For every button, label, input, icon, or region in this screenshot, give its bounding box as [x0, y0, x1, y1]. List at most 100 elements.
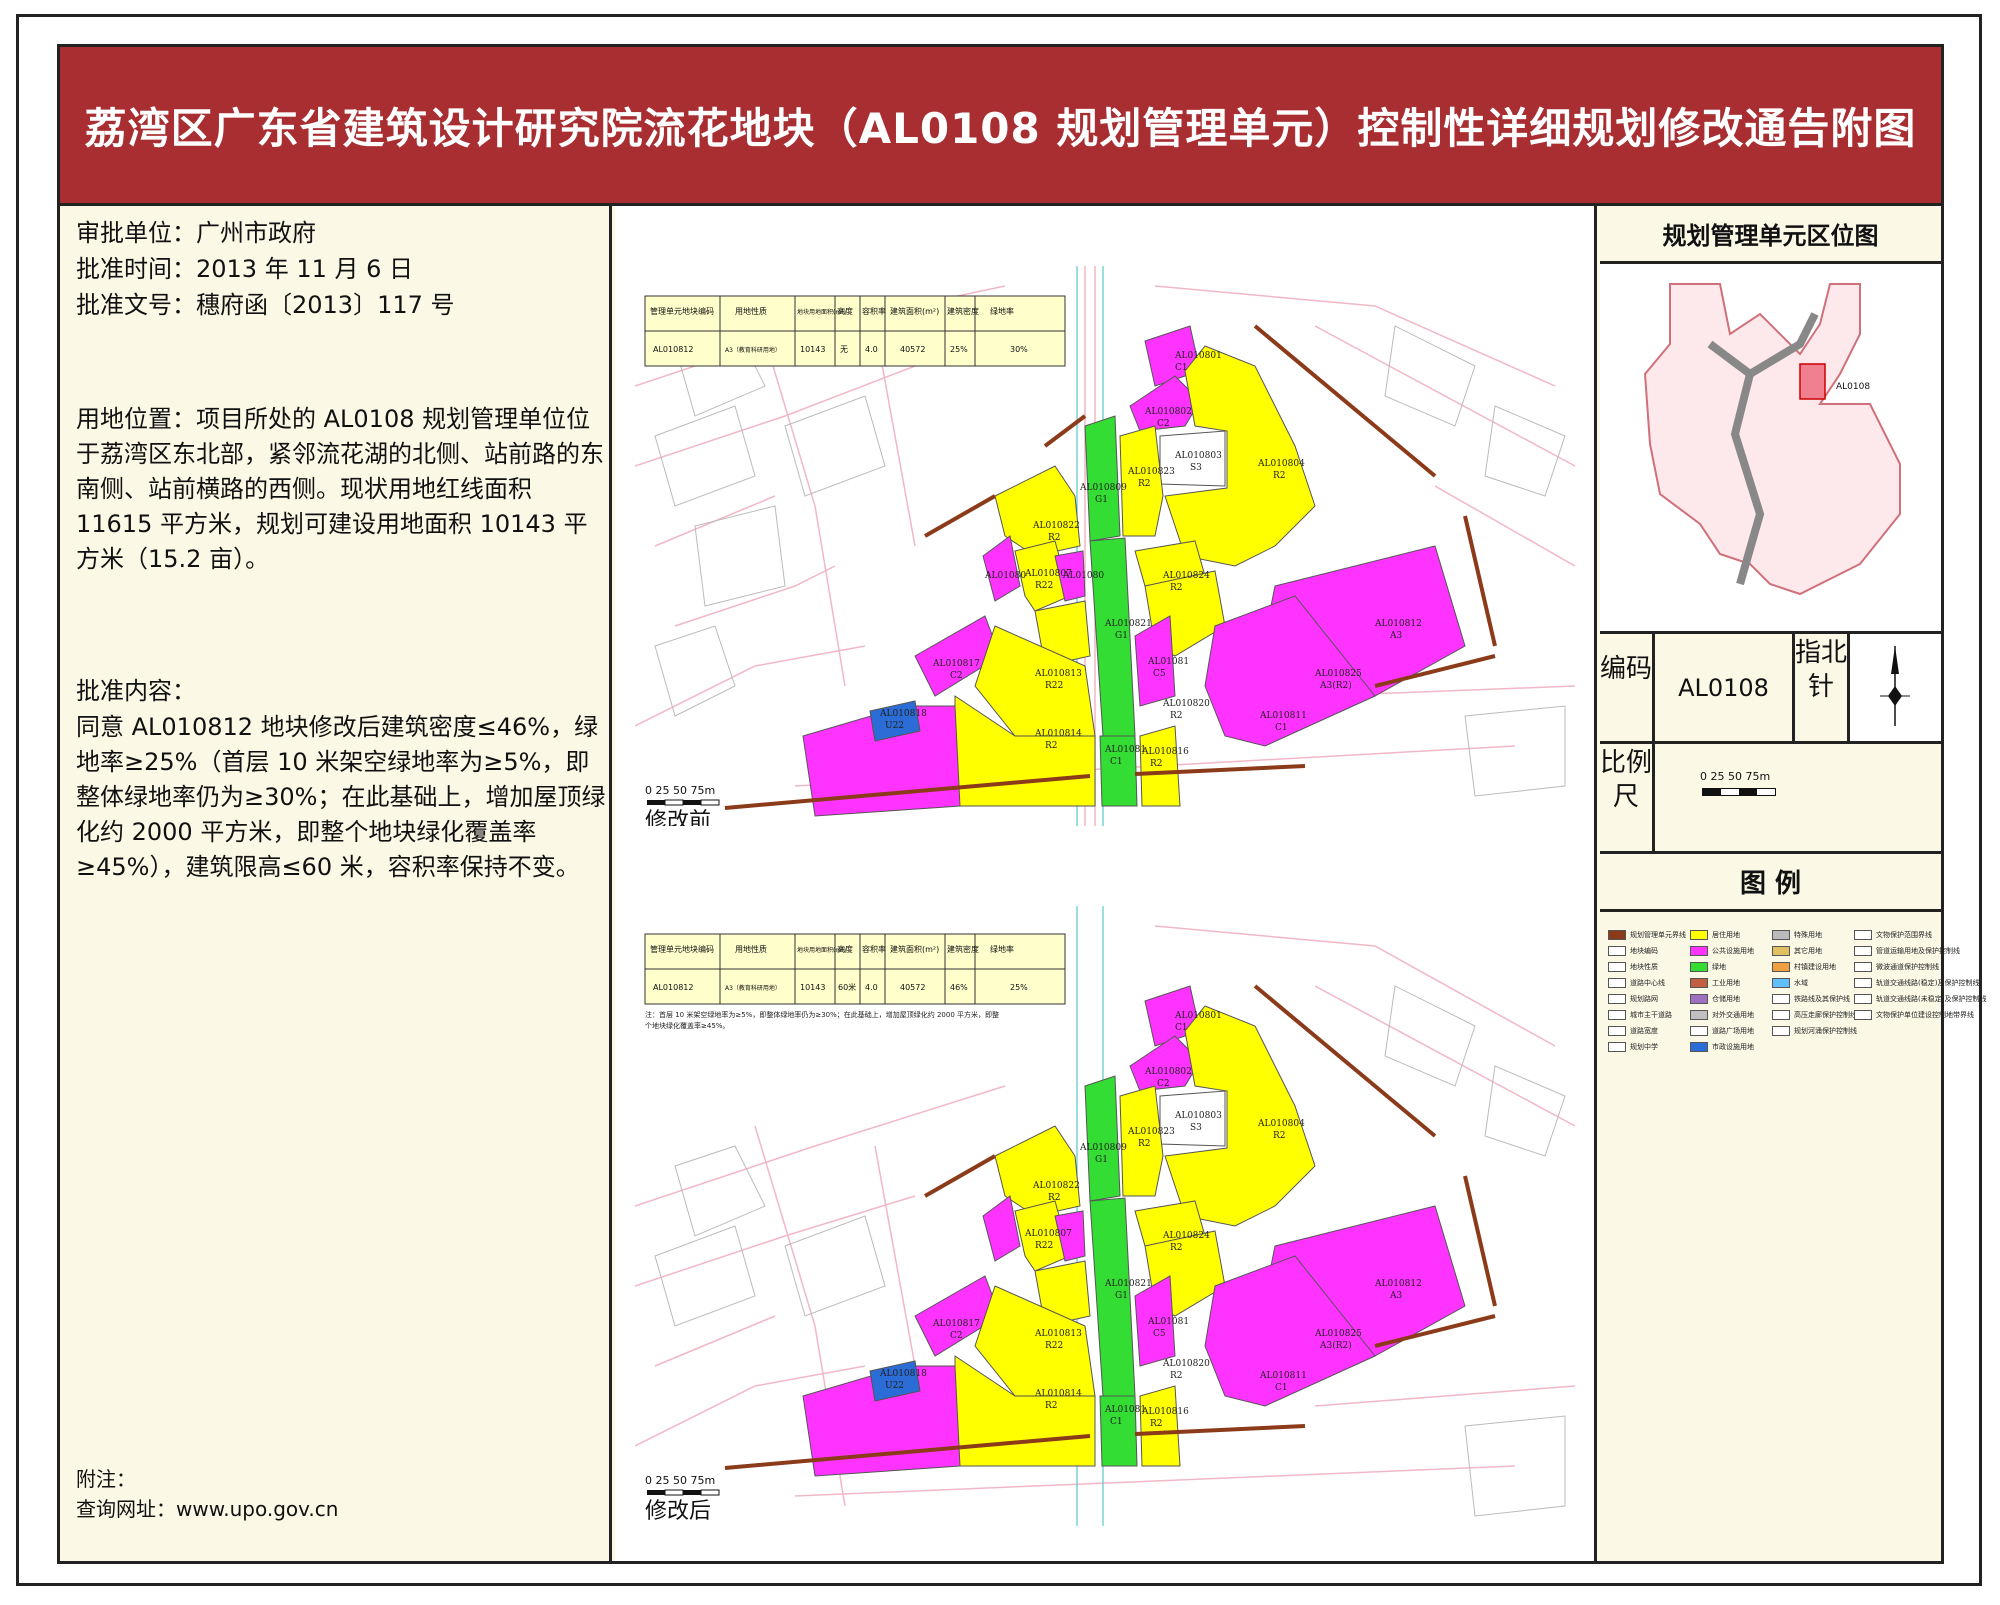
legend-item: 地块编码 — [1608, 946, 1658, 956]
legend-swatch — [1608, 1026, 1626, 1036]
svg-text:R2: R2 — [1150, 1419, 1163, 1429]
svg-text:AL010823: AL010823 — [1127, 467, 1175, 477]
svg-text:AL010814: AL010814 — [1034, 729, 1082, 739]
svg-text:AL010825: AL010825 — [1314, 1329, 1362, 1339]
location-highlight — [1799, 363, 1826, 400]
scale-bar: 0 25 50 75m — [1655, 744, 1941, 854]
legend-swatch — [1690, 962, 1708, 972]
svg-text:S3: S3 — [1190, 1123, 1202, 1133]
svg-text:R2: R2 — [1273, 471, 1286, 481]
svg-text:C2: C2 — [950, 1331, 963, 1341]
svg-text:绿地率: 绿地率 — [990, 944, 1014, 954]
svg-text:40572: 40572 — [900, 345, 925, 354]
svg-text:R22: R22 — [1035, 581, 1053, 591]
map-panel: AL010801 C1 AL010802 C2 AL010803 S3 AL01080… — [615, 206, 1597, 1561]
svg-text:C5: C5 — [1153, 1329, 1166, 1339]
svg-text:AL010804: AL010804 — [1257, 459, 1305, 469]
svg-text:R22: R22 — [1045, 1341, 1063, 1351]
svg-text:AL0108: AL0108 — [1836, 382, 1870, 392]
legend-item: 规划河涌保护控制线 — [1772, 1026, 1857, 1036]
svg-text:建筑密度: 建筑密度 — [947, 944, 979, 954]
info-panel: 审批单位：广州市政府 批准时间：2013 年 11 月 6 日 批准文号：穗府函… — [60, 206, 612, 1561]
svg-text:R2: R2 — [1273, 1131, 1286, 1141]
svg-text:AL010812: AL010812 — [653, 345, 693, 354]
scale-label: 比例尺 — [1600, 748, 1653, 812]
svg-text:G1: G1 — [1095, 1155, 1108, 1165]
svg-text:U22: U22 — [885, 1381, 904, 1391]
legend-swatch — [1690, 1010, 1708, 1020]
legend-swatch — [1690, 978, 1708, 988]
legend-swatch — [1690, 930, 1708, 940]
svg-text:46%: 46% — [950, 983, 968, 992]
svg-text:建筑密度: 建筑密度 — [947, 306, 979, 316]
location-text: 用地位置：项目所处的 AL0108 规划管理单位位于荔湾区东北部，紧邻流花湖的北… — [76, 405, 604, 573]
svg-text:建筑面积(m²): 建筑面积(m²) — [890, 944, 939, 954]
svg-text:AL010803: AL010803 — [1174, 451, 1222, 461]
legend-swatch — [1854, 1010, 1872, 1020]
legend-swatch — [1772, 1026, 1790, 1036]
svg-text:AL010821: AL010821 — [1104, 619, 1152, 629]
svg-text:C1: C1 — [1275, 723, 1288, 733]
legend-item: 公共设施用地 — [1690, 946, 1754, 956]
svg-text:AL010824: AL010824 — [1162, 571, 1210, 581]
svg-text:0 25 50 75m: 0 25 50 75m — [645, 1474, 715, 1487]
svg-text:C2: C2 — [950, 671, 963, 681]
svg-text:C1: C1 — [1110, 1417, 1123, 1427]
legend-swatch — [1854, 930, 1872, 940]
svg-text:管理单元地块编码: 管理单元地块编码 — [650, 944, 714, 954]
svg-text:绿地率: 绿地率 — [990, 306, 1014, 316]
svg-text:A3(R2): A3(R2) — [1319, 1340, 1352, 1351]
footer-note: 附注： — [76, 1467, 136, 1491]
table-after: 管理单元地块编码 用地性质 地块用地面积(m²) 高度 容积率 建筑面积(m²)… — [644, 933, 1066, 1005]
legend-swatch — [1690, 994, 1708, 1004]
legend-swatch — [1690, 1042, 1708, 1052]
svg-text:AL010802: AL010802 — [1144, 1067, 1192, 1077]
legend-title: 图 例 — [1600, 854, 1941, 912]
svg-text:C2: C2 — [1157, 419, 1170, 429]
legend-swatch — [1854, 946, 1872, 956]
svg-text:AL01080: AL01080 — [1062, 571, 1104, 581]
svg-text:AL010821: AL010821 — [1104, 1279, 1152, 1289]
svg-text:AL010802: AL010802 — [1144, 407, 1192, 417]
north-arrow-icon — [1880, 646, 1910, 726]
legend-item: 道路宽度 — [1608, 1026, 1658, 1036]
svg-text:AL010818: AL010818 — [879, 1369, 927, 1379]
legend-swatch — [1608, 962, 1626, 972]
title-bar: 荔湾区广东省建筑设计研究院流花地块（AL0108 规划管理单元）控制性详细规划修… — [60, 47, 1941, 206]
svg-text:10143: 10143 — [800, 345, 825, 354]
scale-bar-after: 0 25 50 75m 修改后 — [645, 1474, 720, 1524]
svg-text:U22: U22 — [885, 721, 904, 731]
legend-item: 微波通道保护控制线 — [1854, 962, 1939, 972]
legend-swatch — [1854, 962, 1872, 972]
legend-swatch — [1772, 978, 1790, 988]
legend-item: 市政设施用地 — [1690, 1042, 1754, 1052]
svg-text:AL010820: AL010820 — [1162, 699, 1210, 709]
svg-text:R2: R2 — [1170, 711, 1183, 721]
approval-content-text: 同意 AL010812 地块修改后建筑密度≤46%，绿地率≥25%（首层 10 … — [76, 713, 606, 881]
svg-text:25%: 25% — [950, 345, 968, 354]
north-label: 指北针 — [1795, 638, 1848, 702]
legend-item: 其它用地 — [1772, 946, 1822, 956]
legend-swatch — [1772, 1010, 1790, 1020]
approval-content-heading: 批准内容： — [76, 677, 196, 705]
svg-text:R2: R2 — [1170, 1371, 1183, 1381]
legend-item: 地块性质 — [1608, 962, 1658, 972]
svg-text:R2: R2 — [1045, 741, 1058, 751]
svg-text:无: 无 — [840, 345, 848, 354]
svg-text:AL010804: AL010804 — [1257, 1119, 1305, 1129]
svg-text:A3: A3 — [1389, 631, 1402, 641]
table-after-note: 注：首层 10 米架空绿地率为≥5%，即整体绿地率仍为≥30%；在此基础上，增加… — [645, 1011, 1000, 1030]
svg-text:AL010823: AL010823 — [1127, 1127, 1175, 1137]
svg-text:G1: G1 — [1095, 495, 1108, 505]
svg-text:A3（教育科研用地）: A3（教育科研用地） — [725, 346, 781, 354]
svg-text:AL010816: AL010816 — [1141, 1407, 1189, 1417]
map-before: AL010801 C1 AL010802 C2 AL010803 S3 AL01080… — [633, 266, 1593, 826]
svg-text:建筑面积(m²): 建筑面积(m²) — [890, 306, 939, 316]
svg-text:AL010825: AL010825 — [1314, 669, 1362, 679]
legend-swatch — [1854, 978, 1872, 988]
svg-text:AL010811: AL010811 — [1259, 711, 1307, 721]
approval-doc: 批准文号：穗府函〔2013〕117 号 — [76, 291, 455, 319]
parcel-AL010809 — [1084, 415, 1121, 542]
legend-item: 对外交通用地 — [1690, 1010, 1754, 1020]
footer-url: 查询网址：www.upo.gov.cn — [76, 1497, 339, 1521]
